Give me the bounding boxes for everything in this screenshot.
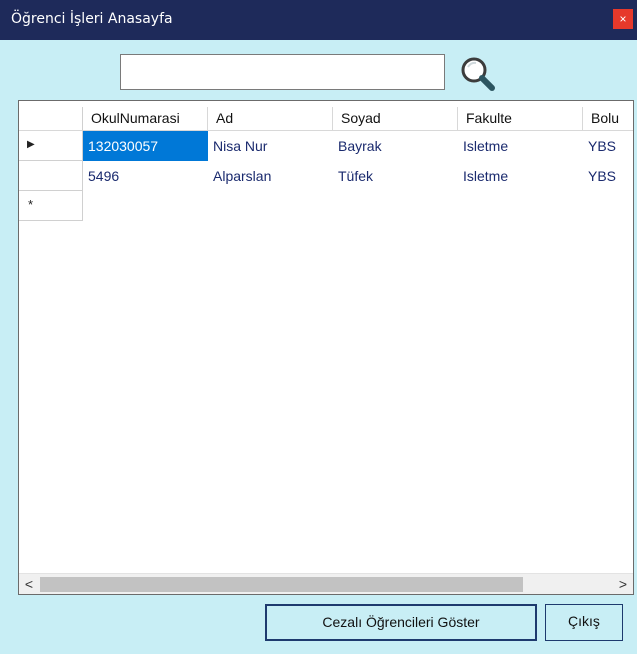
cell-bolum[interactable]: YBS	[583, 161, 633, 191]
search-input[interactable]	[120, 54, 445, 90]
column-header-bolum[interactable]: Bolu	[583, 107, 633, 131]
cell-fakulte[interactable]: Isletme	[458, 161, 583, 191]
column-header-okulnumarasi[interactable]: OkulNumarasi	[83, 107, 208, 131]
title-bar: Öğrenci İşleri Anasayfa ×	[0, 0, 637, 40]
cell-soyad[interactable]: Bayrak	[333, 131, 458, 161]
cell-ad[interactable]: Nisa Nur	[208, 131, 333, 161]
cell-okulnumarasi[interactable]: 132030057	[83, 131, 208, 161]
row-header-new[interactable]: *	[19, 191, 83, 221]
cell-okulnumarasi[interactable]: 5496	[83, 161, 208, 191]
close-button[interactable]: ×	[613, 9, 633, 29]
column-header-soyad[interactable]: Soyad	[333, 107, 458, 131]
row-header-1[interactable]: ▶	[19, 131, 83, 161]
cell-bolum[interactable]: YBS	[583, 131, 633, 161]
show-penalized-students-button[interactable]: Cezalı Öğrencileri Göster	[265, 604, 537, 641]
cell-soyad[interactable]: Tüfek	[333, 161, 458, 191]
cell-fakulte[interactable]: Isletme	[458, 131, 583, 161]
scroll-left-icon[interactable]: <	[19, 574, 39, 594]
column-header-fakulte[interactable]: Fakulte	[458, 107, 583, 131]
current-row-indicator-icon: ▶	[27, 139, 35, 150]
column-header-ad[interactable]: Ad	[208, 107, 333, 131]
row-header-2[interactable]	[19, 161, 83, 191]
search-icon[interactable]	[459, 55, 497, 93]
students-grid[interactable]: OkulNumarasi Ad Soyad Fakulte Bolu ▶ * 1…	[18, 100, 634, 595]
new-row-indicator-icon: *	[28, 197, 34, 212]
window-title: Öğrenci İşleri Anasayfa	[11, 11, 173, 27]
scroll-right-icon[interactable]: >	[613, 574, 633, 594]
horizontal-scrollbar[interactable]: < >	[19, 573, 633, 594]
cell-ad[interactable]: Alparslan	[208, 161, 333, 191]
exit-button[interactable]: Çıkış	[545, 604, 623, 641]
scrollbar-thumb[interactable]	[40, 577, 523, 592]
grid-corner-header[interactable]	[19, 107, 83, 131]
